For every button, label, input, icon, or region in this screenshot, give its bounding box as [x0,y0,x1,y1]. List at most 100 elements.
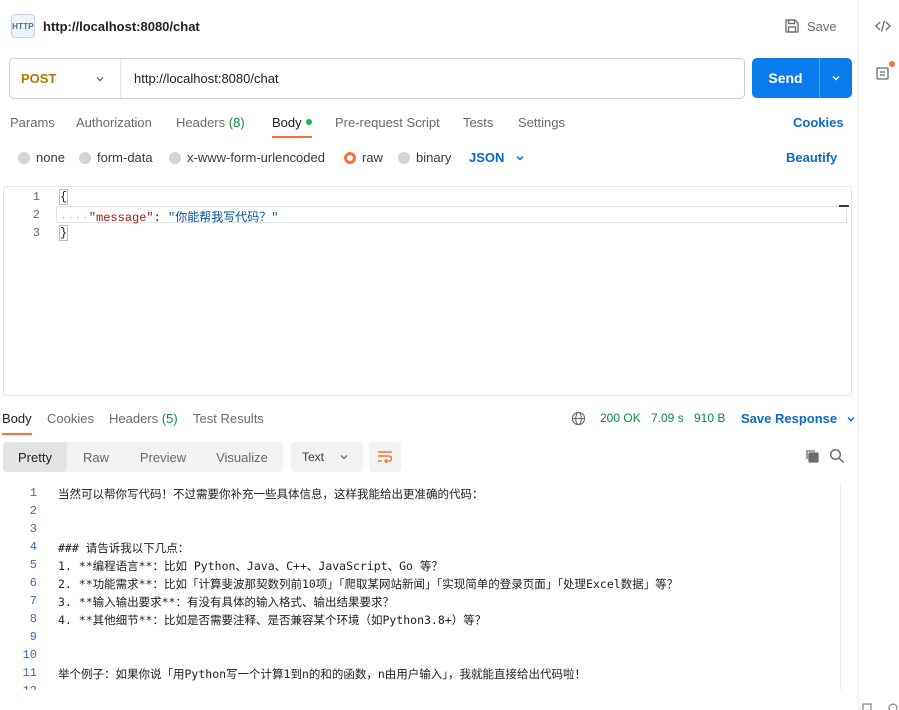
response-format-label: Text [302,450,325,464]
line-number: 1 [32,190,40,204]
documentation-icon[interactable] [874,64,892,82]
save-icon [785,19,799,33]
line-number: 1 [29,486,37,500]
response-format-select[interactable]: Text [291,442,363,472]
radio-dot [79,151,91,164]
beautify-button[interactable]: Beautify [786,150,837,165]
json-key: "message" [88,211,154,225]
radio-none[interactable]: none [18,150,65,165]
grid-icon[interactable] [888,703,898,710]
globe-icon[interactable] [571,411,586,426]
method-select[interactable]: POST [10,59,121,98]
tab-tests[interactable]: Tests [463,115,493,130]
view-pretty-button[interactable]: Pretty [3,442,67,472]
response-status[interactable]: 200 OK [600,411,641,425]
response-scrollbar[interactable] [840,484,852,690]
view-preview-button[interactable]: Preview [125,442,201,472]
line-number: 8 [29,612,37,626]
chevron-down-icon [96,77,104,82]
response-tab-test-results[interactable]: Test Results [193,411,264,426]
response-tab-cookies[interactable]: Cookies [47,411,94,426]
radio-dot [169,151,181,164]
send-options-button[interactable] [820,72,852,84]
wrap-lines-button[interactable] [369,442,401,472]
save-button[interactable]: Save [784,15,837,37]
body-format-select[interactable]: JSON [469,150,526,165]
save-response-button[interactable]: Save Response [741,411,857,426]
line-number: 11 [22,666,37,680]
radio-form-data[interactable]: form-data [79,150,153,165]
radio-raw[interactable]: raw [344,150,383,165]
method-label: POST [21,71,57,86]
response-line: ### 请告诉我以下几点： [58,541,190,555]
request-body-editor[interactable]: 1 2 3 { ····"message": "你能帮我写代码？" } [3,186,852,396]
send-label: Send [768,70,803,86]
line-number: 10 [22,648,37,662]
request-title[interactable]: http://localhost:8080/chat [43,19,200,34]
radio-label: raw [362,150,383,165]
response-body-viewer[interactable]: 1 2 3 4 5 6 7 8 9 10 11 12 当然可以帮你写代码！不过需… [3,484,852,690]
response-time[interactable]: 7.09 s [651,411,684,425]
json-value: "你能帮我写代码？" [168,211,279,225]
view-visualize-button[interactable]: Visualize [201,442,283,472]
copy-icon[interactable] [804,448,820,464]
tab-pre-request-script[interactable]: Pre-request Script [335,115,440,130]
tab-body-label: Body [272,115,302,130]
code-line: { [58,189,69,205]
http-request-icon: HTTP [11,14,35,38]
view-raw-button[interactable]: Raw [67,442,125,472]
response-tab-headers[interactable]: Headers (5) [109,411,178,426]
response-tab-body[interactable]: Body [2,411,32,435]
response-line: 3. **输入输出要求**：有没有具体的输入格式、输出结果要求？ [58,595,394,609]
send-button[interactable]: Send [752,58,852,98]
json-separator: : [153,211,169,225]
line-number: 2 [29,504,37,518]
minimap-marker [839,205,849,207]
url-input[interactable]: http://localhost:8080/chat [121,71,279,86]
indent-guide: ···· [60,211,89,225]
request-tabs: Params Authorization Headers (8) Body Pr… [0,112,858,138]
body-type-options: none form-data x-www-form-urlencoded raw… [0,148,858,168]
line-number: 2 [32,208,40,222]
tab-headers[interactable]: Headers (8) [176,115,245,130]
response-tab-headers-label: Headers [109,411,159,426]
layout-icon[interactable] [862,703,872,710]
line-number: 4 [29,540,37,554]
body-format-label: JSON [469,150,505,165]
line-number: 7 [29,594,37,608]
response-tab-headers-count: (5) [161,411,178,426]
radio-label: form-data [97,150,153,165]
notification-dot [889,61,895,67]
line-number: 3 [32,226,40,240]
code-line: } [58,225,69,241]
line-number: 9 [29,630,37,644]
tab-headers-count: (8) [228,115,245,130]
tab-settings[interactable]: Settings [518,115,565,130]
chevron-down-icon [516,155,524,161]
search-icon[interactable] [829,448,845,464]
url-bar: POST http://localhost:8080/chat [9,58,745,99]
cookies-link[interactable]: Cookies [793,115,844,130]
status-bar-icons [862,700,898,710]
save-label: Save [807,18,837,34]
tab-authorization[interactable]: Authorization [76,115,152,130]
radio-label: x-www-form-urlencoded [187,150,325,165]
code-icon[interactable] [874,17,892,35]
response-line: 举个例子：如果你说「用Python写一个计算1到n的和的函数，n由用户输入」，我… [58,667,587,681]
body-indicator-dot [305,119,312,125]
chevron-down-icon [340,455,348,460]
line-number: 6 [29,576,37,590]
response-size[interactable]: 910 B [694,411,725,425]
radio-urlencoded[interactable]: x-www-form-urlencoded [169,150,325,165]
save-response-label: Save Response [741,411,838,426]
response-line: 4. **其他细节**：比如是否需要注释、是否兼容某个环境（如Python3.8… [58,613,487,627]
line-number: 12 [3,684,37,690]
radio-binary[interactable]: binary [398,150,451,165]
tab-params[interactable]: Params [10,115,55,130]
wrap-lines-icon [378,451,393,464]
tab-headers-label: Headers [176,115,226,130]
tab-body[interactable]: Body [272,115,312,138]
view-mode-group: Pretty Raw Preview Visualize [3,442,283,472]
response-tabs: Body Cookies Headers (5) Test Results 20… [0,408,858,435]
radio-label: binary [416,150,452,165]
